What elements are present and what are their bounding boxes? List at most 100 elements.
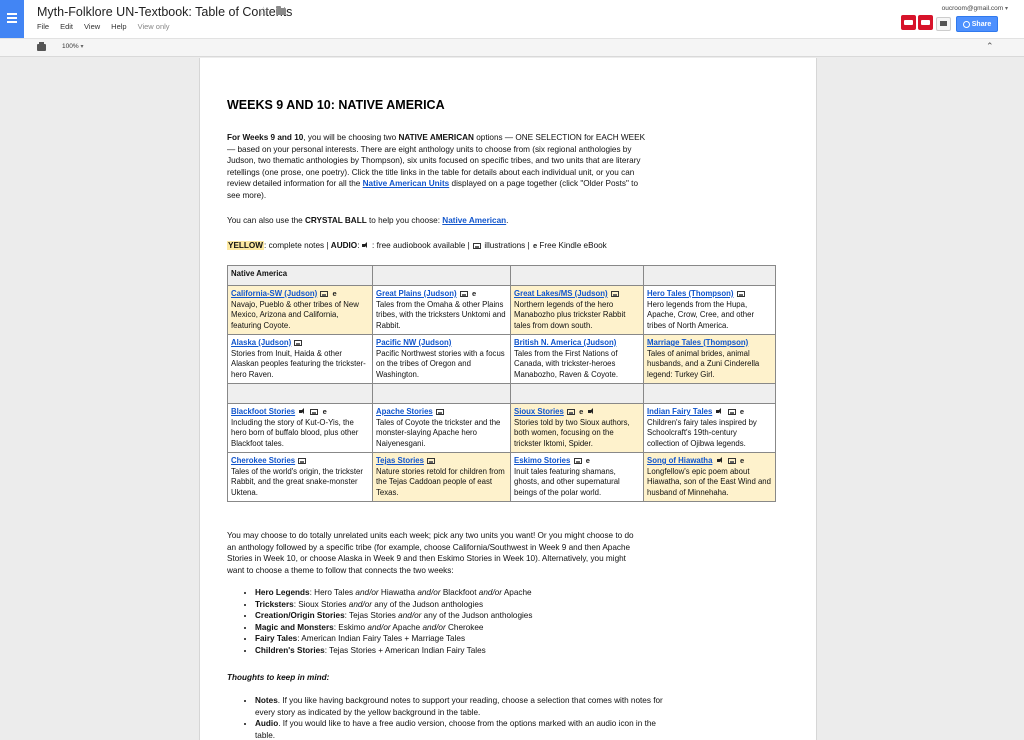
list-item: Notes. If you like having background not… [255, 695, 667, 718]
theme-text: : Tejas Stories [344, 611, 399, 621]
unit-link[interactable]: Sioux Stories [514, 407, 564, 416]
theme-text: any of the Judson anthologies [371, 599, 484, 609]
native-american-units-link[interactable]: Native American Units [363, 179, 450, 188]
kindle-icon: e [471, 289, 477, 298]
thoughts-list: Notes. If you like having background not… [227, 695, 667, 740]
avatar[interactable] [901, 15, 916, 30]
unit-description: Pacific Northwest stories with a focus o… [376, 348, 505, 379]
menu-help[interactable]: Help [111, 22, 126, 31]
app-header: Myth-Folklore UN-Textbook: Table of Cont… [0, 0, 1024, 38]
theme-label: Hero Legends [255, 588, 310, 597]
docs-home-icon[interactable] [0, 0, 24, 38]
table-cell: Great Plains (Judson) e Tales from the Om… [372, 285, 511, 335]
unit-description: Including the story of Kut-O-Yis, the he… [231, 417, 359, 448]
table-cell: Great Lakes/MS (Judson) Northern legends… [510, 285, 644, 335]
unit-link[interactable]: Tejas Stories [376, 456, 424, 465]
menu-bar: File Edit View Help View only [37, 22, 170, 31]
unit-link[interactable]: California-SW (Judson) [231, 289, 317, 298]
table-header-row: Native America [227, 265, 776, 286]
theme-label: Tricksters [255, 599, 294, 609]
illustration-icon [320, 291, 329, 297]
list-item: Audio. If you would like to have a free … [255, 718, 667, 740]
table-cell: Marriage Tales (Thompson) Tales of animal… [643, 334, 776, 384]
illustration-icon [736, 291, 745, 297]
star-icon[interactable]: ☆ [258, 4, 269, 18]
avatar[interactable] [918, 15, 933, 30]
table-row: Cherokee Stories Tales of the world's or… [227, 452, 776, 502]
audio-icon [716, 457, 725, 464]
theme-text: and/or [348, 599, 372, 609]
illustration-icon [727, 458, 736, 464]
unit-description: Children's fairy tales inspired by Schoo… [647, 417, 757, 448]
table-cell: Tejas Stories Nature stories retold for … [372, 452, 511, 502]
account-email[interactable]: oucroom@gmail.com ▾ [942, 5, 1008, 12]
legend-audio: AUDIO [330, 241, 358, 250]
table-cell: Song of Hiawatha e Longfellow's epic poem… [643, 452, 776, 502]
unit-title-row: California-SW (Judson) e [231, 289, 368, 300]
theme-label: Magic and Monsters [255, 622, 334, 632]
illustration-icon [435, 409, 444, 415]
unit-link[interactable]: Cherokee Stories [231, 456, 295, 465]
illustration-icon [610, 291, 619, 297]
unit-link[interactable]: Pacific NW (Judson) [376, 338, 451, 347]
print-icon[interactable] [37, 42, 46, 51]
illustration-icon [298, 458, 307, 464]
menu-edit[interactable]: Edit [60, 22, 73, 31]
unit-description: Northern legends of the hero Manabozho p… [514, 299, 626, 330]
unit-description: Tales of animal brides, animal husbands,… [647, 348, 760, 379]
illustration-icon [473, 243, 482, 249]
kindle-icon: e [585, 456, 590, 465]
menu-file[interactable]: File [37, 22, 49, 31]
audio-icon [361, 242, 370, 249]
illustration-icon [727, 409, 736, 415]
unit-link[interactable]: Marriage Tales (Thompson) [647, 338, 748, 347]
unit-title-row: Song of Hiawatha e [647, 456, 771, 467]
units-table: Native America California-SW (Judson) eN… [227, 265, 776, 502]
unit-link[interactable]: Eskimo Stories [514, 456, 570, 465]
unit-link[interactable]: Great Lakes/MS (Judson) [514, 289, 608, 298]
thought-label: Notes [255, 696, 278, 705]
folder-icon[interactable] [276, 6, 286, 15]
table-cell: Alaska (Judson) Stories from Inuit, Haid… [227, 334, 373, 384]
table-cell: Blackfoot Stories e Including the story o… [227, 403, 373, 453]
thought-label: Audio [255, 719, 279, 729]
collapse-toolbar-icon[interactable]: ⌃ [986, 41, 994, 52]
unit-link[interactable]: Great Plains (Judson) [376, 289, 457, 298]
unit-link[interactable]: Song of Hiawatha [647, 456, 712, 465]
theme-text: Apache [502, 588, 532, 597]
legend-illustrations: illustrations | [484, 241, 532, 250]
illustration-icon [567, 409, 575, 415]
menu-view[interactable]: View [84, 22, 100, 31]
zoom-select[interactable]: 100% ▾ [62, 43, 83, 50]
unit-description: Tales from the First Nations of Canada, … [514, 348, 619, 379]
audio-icon [299, 408, 307, 415]
unit-link[interactable]: Blackfoot Stories [231, 407, 295, 416]
document-title[interactable]: Myth-Folklore UN-Textbook: Table of Cont… [37, 5, 292, 19]
crystal-ball-paragraph: You can also use the CRYSTAL BALL to hel… [227, 215, 508, 227]
crystal-mid: to help you choose: [366, 216, 443, 225]
unit-link[interactable]: British N. America (Judson) [514, 338, 616, 347]
unit-description: Stories from Inuit, Haida & other Alaska… [231, 348, 366, 379]
unit-link[interactable]: Alaska (Judson) [231, 338, 291, 347]
unit-link[interactable]: Hero Tales (Thompson) [647, 289, 734, 298]
table-header: Native America [227, 265, 373, 286]
share-button[interactable]: Share [956, 16, 998, 32]
unit-title-row: British N. America (Judson) [514, 338, 639, 349]
unit-title-row: Indian Fairy Tales e [647, 407, 771, 418]
list-item: Magic and Monsters: Eskimo and/or Apache… [255, 622, 727, 634]
unit-link[interactable]: Apache Stories [376, 407, 433, 416]
table-cell: Cherokee Stories Tales of the world's or… [227, 452, 373, 502]
list-item: Hero Legends: Hero Tales and/or Hiawatha… [255, 587, 727, 599]
unit-title-row: Hero Tales (Thompson) [647, 289, 771, 300]
comments-button[interactable] [936, 17, 951, 31]
unit-link[interactable]: Indian Fairy Tales [647, 407, 712, 416]
theme-text: : Tejas Stories + American Indian Fairy … [324, 645, 486, 655]
unit-description: Navajo, Pueblo & other tribes of New Mex… [231, 299, 359, 330]
view-only-label: View only [137, 22, 170, 31]
crystal-ball-link[interactable]: Native American [442, 216, 506, 225]
unit-description: Inuit tales featuring shamans, ghosts, a… [514, 466, 620, 497]
crystal-end: . [506, 216, 509, 225]
toolbar: 100% ▾ ⌃ [0, 38, 1024, 57]
after-table-paragraph: You may choose to do totally unrelated u… [227, 531, 634, 575]
unit-title-row: Marriage Tales (Thompson) [647, 338, 771, 349]
